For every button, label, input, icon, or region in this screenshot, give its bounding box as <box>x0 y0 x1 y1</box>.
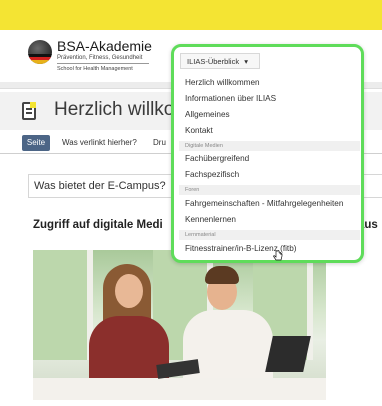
tab-what-links-here[interactable]: Was verlinkt hierher? <box>62 135 137 151</box>
wiki-page-icon <box>22 102 36 120</box>
menu-item-kontakt[interactable]: Kontakt <box>179 126 360 135</box>
bsa-globe-logo-icon[interactable] <box>28 40 52 64</box>
hand-cursor-icon <box>273 250 283 261</box>
menu-header-lernmaterial: Lernmaterial <box>179 230 360 240</box>
menu-item-herzlich-willkommen[interactable]: Herzlich willkommen <box>179 78 360 87</box>
dropdown-toggle-label: ILIAS-Überblick <box>187 57 240 66</box>
top-accent-bar <box>0 0 382 30</box>
tab-print[interactable]: Dru <box>153 135 166 151</box>
ilias-overview-dropdown[interactable]: ILIAS-Überblick ▾ Herzlich willkommen In… <box>171 44 364 263</box>
students-photo <box>33 250 326 400</box>
brand-tagline: Prävention, Fitness, Gesundheit <box>57 55 143 61</box>
menu-header-foren: Foren <box>179 185 360 195</box>
brand-divider <box>57 63 149 64</box>
menu-header-digitale-medien: Digitale Medien <box>179 141 360 151</box>
section-title: Was bietet der E-Campus? <box>34 180 166 192</box>
menu-item-fahrgemeinschaften[interactable]: Fahrgemeinschaften - Mitfahrgelegenheite… <box>179 199 360 208</box>
brand-school: School for Health Management <box>57 66 133 72</box>
tab-seite[interactable]: Seite <box>22 135 50 151</box>
menu-item-allgemeines[interactable]: Allgemeines <box>179 110 360 119</box>
menu-item-fachuebergreifend[interactable]: Fachübergreifend <box>179 154 360 163</box>
menu-item-kennenlernen[interactable]: Kennenlernen <box>179 215 360 224</box>
menu-item-informationen-ilias[interactable]: Informationen über ILIAS <box>179 94 360 103</box>
chevron-down-icon: ▾ <box>244 57 248 66</box>
menu-item-fitnesstrainer-b-lizenz[interactable]: Fitnesstrainer/in-B-Lizenz (fitb) <box>179 244 360 253</box>
dropdown-toggle-button[interactable]: ILIAS-Überblick ▾ <box>180 53 260 69</box>
brand-name[interactable]: BSA-Akademie <box>57 38 152 54</box>
menu-item-fachspezifisch[interactable]: Fachspezifisch <box>179 170 360 179</box>
content-heading: Zugriff auf digitale Medi <box>33 219 163 231</box>
